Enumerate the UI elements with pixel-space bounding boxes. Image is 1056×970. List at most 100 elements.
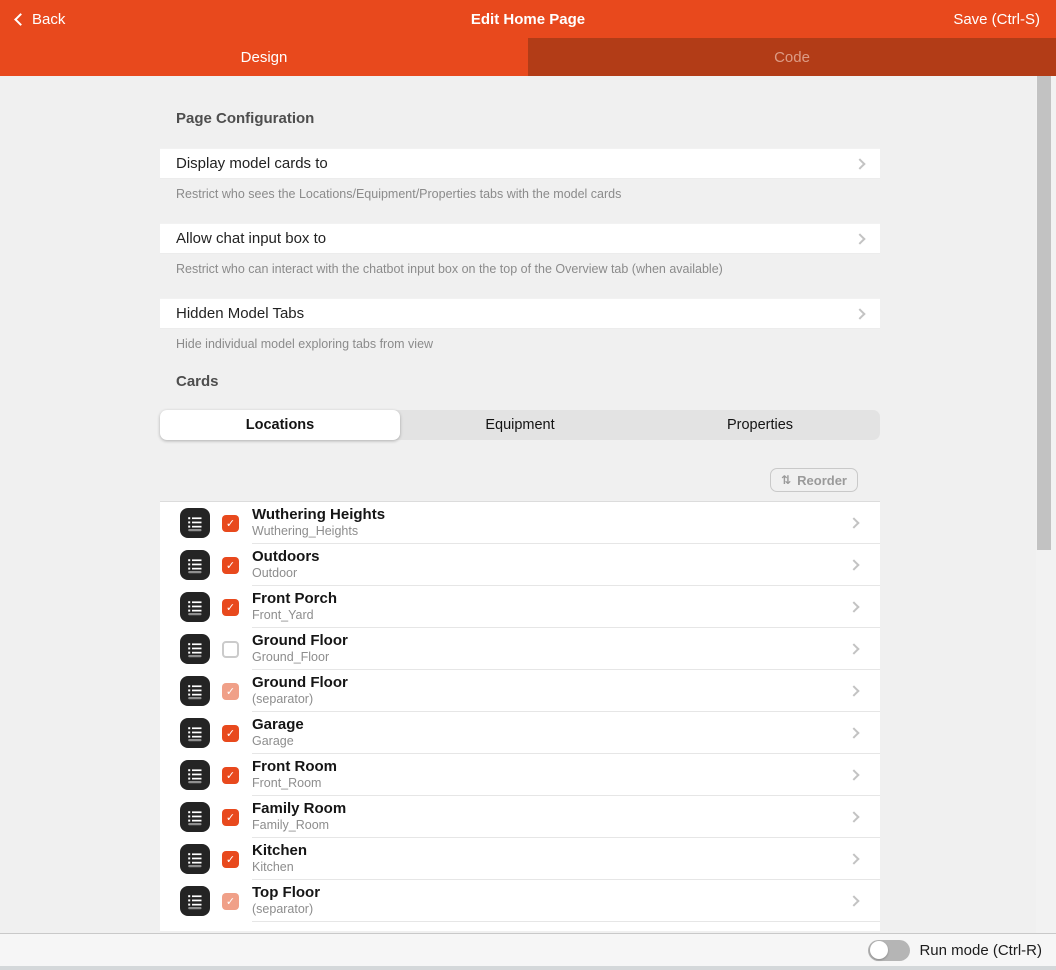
item-title: Ground Floor [252,633,348,650]
scrollbar-track[interactable] [1036,76,1056,933]
item-subtitle: Front_Yard [252,609,337,623]
item-checkbox[interactable]: ✓ [222,683,239,700]
drag-handle-icon[interactable] [180,508,210,538]
drag-handle-icon[interactable] [180,592,210,622]
list-item[interactable]: ✓ Family Room Family_Room [160,796,880,838]
item-text: Outdoors Outdoor [252,549,320,580]
drag-handle-icon[interactable] [180,760,210,790]
chevron-left-icon [14,13,27,26]
item-checkbox[interactable] [222,641,239,658]
drag-handle-icon[interactable] [180,676,210,706]
setting-row[interactable]: Allow chat input box to [160,223,880,254]
item-checkbox[interactable]: ✓ [222,893,239,910]
chevron-right-icon [848,685,859,696]
setting-title: Allow chat input box to [176,230,326,247]
list-item[interactable]: ✓ Kitchen Kitchen [160,838,880,880]
chevron-right-icon [848,601,859,612]
drag-handle-icon[interactable] [180,886,210,916]
setting-group: Display model cards to Restrict who sees… [160,148,880,201]
item-text: Ground Floor Ground_Floor [252,633,348,664]
item-subtitle: Family_Room [252,819,346,833]
scrollbar-thumb[interactable] [1037,76,1051,550]
item-subtitle: Wuthering_Heights [252,525,385,539]
drag-handle-icon[interactable] [180,844,210,874]
reorder-button-label: Reorder [797,473,847,488]
setting-group: Allow chat input box to Restrict who can… [160,223,880,276]
editor-tab-design[interactable]: Design [0,38,528,76]
setting-description: Restrict who can interact with the chatb… [176,262,864,276]
setting-description: Hide individual model exploring tabs fro… [176,337,864,351]
list-item[interactable]: ✓ Top Floor (separator) [160,880,880,922]
segment-tab-locations[interactable]: Locations [160,410,400,440]
item-title: Ground Floor [252,675,348,692]
edit-home-page-window: Back Edit Home Page Save (Ctrl-S) Design… [0,0,1056,970]
list-item[interactable]: ✓ Outdoors Outdoor [160,544,880,586]
item-checkbox[interactable]: ✓ [222,725,239,742]
content-area: Page Configuration Display model cards t… [0,76,1056,933]
list-item[interactable]: ✓ Garage Garage [160,712,880,754]
list-item[interactable]: ✓ Front Porch Front_Yard [160,586,880,628]
item-text: Front Room Front_Room [252,759,337,790]
item-checkbox[interactable]: ✓ [222,515,239,532]
item-title: Front Room [252,759,337,776]
item-subtitle: Outdoor [252,567,320,581]
segment-tab-equipment[interactable]: Equipment [400,410,640,440]
item-title: Kitchen [252,843,307,860]
save-button[interactable]: Save (Ctrl-S) [953,11,1040,28]
item-checkbox[interactable]: ✓ [222,851,239,868]
drag-handle-icon[interactable] [180,634,210,664]
item-checkbox[interactable]: ✓ [222,599,239,616]
item-subtitle: Front_Room [252,777,337,791]
run-mode-toggle[interactable] [868,940,910,961]
list-item[interactable]: Ground Floor Ground_Floor [160,628,880,670]
reorder-button[interactable]: ⇅ Reorder [770,468,858,492]
setting-title: Display model cards to [176,155,328,172]
back-button[interactable]: Back [16,11,65,28]
chevron-right-icon [854,308,865,319]
list-item[interactable]: ✓ Front Room Front_Room [160,754,880,796]
run-mode-label: Run mode (Ctrl-R) [919,942,1042,959]
row-separator [252,921,880,922]
footer-bar: Run mode (Ctrl-R) [0,933,1056,966]
item-text: Front Porch Front_Yard [252,591,337,622]
drag-handle-icon[interactable] [180,550,210,580]
list-item[interactable]: ✓ Wuthering Heights Wuthering_Heights [160,502,880,544]
chevron-right-icon [854,158,865,169]
item-title: Garage [252,717,304,734]
chevron-right-icon [848,727,859,738]
item-text: Top Floor (separator) [252,885,320,916]
settings-list: Display model cards to Restrict who sees… [160,148,880,351]
item-title: Family Room [252,801,346,818]
chevron-right-icon [848,853,859,864]
item-title: Top Floor [252,885,320,902]
list-item[interactable]: ✓ Ground Floor (separator) [160,670,880,712]
item-subtitle: (separator) [252,693,348,707]
setting-group: Hidden Model Tabs Hide individual model … [160,298,880,351]
chevron-right-icon [848,895,859,906]
item-subtitle: Garage [252,735,304,749]
item-checkbox[interactable]: ✓ [222,809,239,826]
reorder-icon: ⇅ [781,474,791,486]
segment-tab-properties[interactable]: Properties [640,410,880,440]
item-title: Front Porch [252,591,337,608]
setting-description: Restrict who sees the Locations/Equipmen… [176,187,864,201]
setting-row[interactable]: Hidden Model Tabs [160,298,880,329]
item-text: Garage Garage [252,717,304,748]
chevron-right-icon [848,769,859,780]
item-checkbox[interactable]: ✓ [222,767,239,784]
setting-row[interactable]: Display model cards to [160,148,880,179]
item-text: Kitchen Kitchen [252,843,307,874]
page-configuration-heading: Page Configuration [176,110,880,127]
item-subtitle: (separator) [252,903,320,917]
drag-handle-icon[interactable] [180,802,210,832]
chevron-right-icon [848,517,859,528]
editor-tab-code[interactable]: Code [528,38,1056,76]
item-checkbox[interactable]: ✓ [222,557,239,574]
drag-handle-icon[interactable] [180,718,210,748]
title-bar: Back Edit Home Page Save (Ctrl-S) [0,0,1056,38]
item-title: Wuthering Heights [252,507,385,524]
window-bottom-edge [0,966,1056,970]
item-subtitle: Ground_Floor [252,651,348,665]
back-button-label: Back [32,11,65,28]
chevron-right-icon [848,643,859,654]
